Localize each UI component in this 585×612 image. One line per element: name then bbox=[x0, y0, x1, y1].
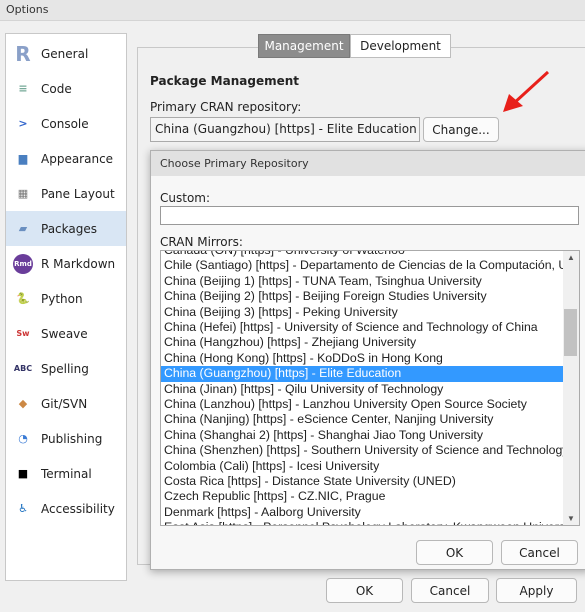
mirror-list-item[interactable]: China (Hong Kong) [https] - KoDDoS in Ho… bbox=[161, 351, 563, 366]
mirror-list-item[interactable]: China (Nanjing) [https] - eScience Cente… bbox=[161, 412, 563, 427]
sidebar-item-appearance[interactable]: ▆ Appearance bbox=[6, 141, 126, 176]
sidebar-item-label: General bbox=[41, 46, 89, 61]
sidebar-item-label: Appearance bbox=[41, 151, 114, 166]
sidebar-item-label: Accessibility bbox=[41, 501, 115, 516]
section-title: Package Management bbox=[150, 74, 299, 88]
mirror-list-item[interactable]: China (Shanghai 2) [https] - Shanghai Ji… bbox=[161, 428, 563, 443]
mirror-list-item[interactable]: China (Shenzhen) [https] - Southern Univ… bbox=[161, 443, 563, 458]
sidebar-item-label: Git/SVN bbox=[41, 396, 88, 411]
spelling-icon: ABC bbox=[13, 364, 33, 373]
sidebar-item-accessibility[interactable]: ♿ Accessibility bbox=[6, 491, 126, 526]
mirrors-list[interactable]: Canada (ON) [https] - University of Wate… bbox=[160, 250, 580, 526]
sidebar-item-pane-layout[interactable]: ▦ Pane Layout bbox=[6, 176, 126, 211]
scrollbar-thumb[interactable] bbox=[564, 309, 577, 356]
mirror-list-item[interactable]: China (Guangzhou) [https] - Elite Educat… bbox=[161, 366, 563, 382]
sidebar-item-label: Console bbox=[41, 116, 89, 131]
mirror-list-item[interactable]: China (Beijing 2) [https] - Beijing Fore… bbox=[161, 289, 563, 304]
ok-button[interactable]: OK bbox=[326, 578, 403, 603]
sidebar-item-label: Python bbox=[41, 291, 83, 306]
mirrors-label: CRAN Mirrors: bbox=[160, 235, 243, 249]
sidebar-item-label: Code bbox=[41, 81, 72, 96]
mirror-list-item[interactable]: China (Hangzhou) [https] - Zhejiang Univ… bbox=[161, 335, 563, 350]
dialog-cancel-button[interactable]: Cancel bbox=[501, 540, 578, 565]
mirror-list-item[interactable]: Denmark [https] - Aalborg University bbox=[161, 505, 563, 520]
red-arrow-annotation bbox=[503, 70, 550, 112]
dialog-title: Choose Primary Repository bbox=[151, 151, 585, 176]
publishing-icon: ◔ bbox=[18, 432, 28, 445]
pane-layout-icon: ▦ bbox=[17, 187, 29, 200]
sidebar-item-console[interactable]: > Console bbox=[6, 106, 126, 141]
sidebar-item-git-svn[interactable]: ◆ Git/SVN bbox=[6, 386, 126, 421]
sidebar-item-r-markdown[interactable]: Rmd R Markdown bbox=[6, 246, 126, 281]
sidebar-item-publishing[interactable]: ◔ Publishing bbox=[6, 421, 126, 456]
accessibility-icon: ♿ bbox=[18, 502, 28, 515]
scroll-up-icon[interactable]: ▲ bbox=[567, 253, 575, 262]
sidebar-item-label: Sweave bbox=[41, 326, 88, 341]
paint-bucket-icon: ▆ bbox=[18, 152, 28, 165]
sidebar-item-label: Pane Layout bbox=[41, 186, 115, 201]
sidebar-item-label: Publishing bbox=[41, 431, 103, 446]
repo-field: China (Guangzhou) [https] - Elite Educat… bbox=[150, 117, 420, 142]
custom-input[interactable] bbox=[160, 206, 579, 225]
mirror-list-item[interactable]: East Asia [https] - Personnel Psychology… bbox=[161, 520, 563, 525]
mirror-list-item[interactable]: China (Jinan) [https] - Qilu University … bbox=[161, 382, 563, 397]
console-icon: > bbox=[18, 117, 28, 130]
sidebar-item-spelling[interactable]: ABC Spelling bbox=[6, 351, 126, 386]
git-icon: ◆ bbox=[18, 397, 28, 410]
mirror-list-item[interactable]: Czech Republic [https] - CZ.NIC, Prague bbox=[161, 489, 563, 504]
custom-label: Custom: bbox=[160, 191, 211, 205]
code-icon: ≡ bbox=[18, 82, 28, 95]
mirror-list-item[interactable]: Chile (Santiago) [https] - Departamento … bbox=[161, 258, 563, 273]
mirror-list-item[interactable]: China (Beijing 1) [https] - TUNA Team, T… bbox=[161, 274, 563, 289]
sidebar-item-general[interactable]: R General bbox=[6, 36, 126, 71]
tab-management[interactable]: Management bbox=[258, 34, 350, 58]
tab-development[interactable]: Development bbox=[350, 34, 451, 58]
rmd-icon: Rmd bbox=[13, 253, 33, 274]
mirror-list-item[interactable]: China (Beijing 3) [https] - Peking Unive… bbox=[161, 305, 563, 320]
sidebar-item-label: Packages bbox=[41, 221, 97, 236]
scroll-down-icon[interactable]: ▼ bbox=[567, 514, 575, 523]
window-title: Options bbox=[0, 0, 585, 21]
mirror-list-item[interactable]: Costa Rica [https] - Distance State Univ… bbox=[161, 474, 563, 489]
package-icon: ▰ bbox=[18, 222, 28, 235]
choose-repository-dialog: Choose Primary Repository Custom: CRAN M… bbox=[150, 150, 585, 570]
sidebar-item-python[interactable]: 🐍 Python bbox=[6, 281, 126, 316]
r-logo-icon: R bbox=[15, 41, 31, 66]
scrollbar[interactable]: ▲ ▼ bbox=[563, 251, 579, 525]
sidebar: R General ≡ Code > Console ▆ Appearance ▦ Pane La… bbox=[5, 33, 127, 581]
sidebar-item-label: R Markdown bbox=[41, 256, 116, 271]
mirror-list-item[interactable]: Colombia (Cali) [https] - Icesi Universi… bbox=[161, 459, 563, 474]
sidebar-item-code[interactable]: ≡ Code bbox=[6, 71, 126, 106]
mirror-list-item[interactable]: Canada (ON) [https] - University of Wate… bbox=[161, 251, 563, 258]
sidebar-item-label: Terminal bbox=[41, 466, 92, 481]
repo-label: Primary CRAN repository: bbox=[150, 100, 302, 114]
sweave-icon: Sw bbox=[16, 329, 30, 338]
apply-button[interactable]: Apply bbox=[496, 578, 577, 603]
sidebar-item-terminal[interactable]: ■ Terminal bbox=[6, 456, 126, 491]
sidebar-item-label: Spelling bbox=[41, 361, 89, 376]
sidebar-item-sweave[interactable]: Sw Sweave bbox=[6, 316, 126, 351]
cancel-button[interactable]: Cancel bbox=[411, 578, 489, 603]
python-icon: 🐍 bbox=[16, 292, 30, 305]
mirror-list-item[interactable]: China (Hefei) [https] - University of Sc… bbox=[161, 320, 563, 335]
sidebar-item-packages[interactable]: ▰ Packages bbox=[6, 211, 126, 246]
change-button[interactable]: Change... bbox=[423, 117, 499, 142]
mirror-list-item[interactable]: China (Lanzhou) [https] - Lanzhou Univer… bbox=[161, 397, 563, 412]
terminal-icon: ■ bbox=[17, 467, 29, 480]
dialog-ok-button[interactable]: OK bbox=[416, 540, 493, 565]
